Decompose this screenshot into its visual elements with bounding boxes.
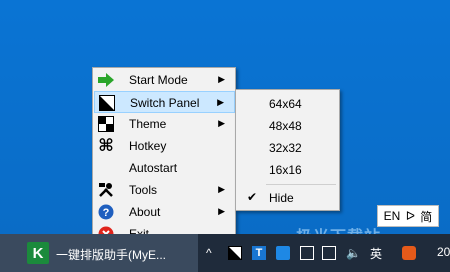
- svg-text:?: ?: [103, 207, 110, 219]
- t-app-tray-icon[interactable]: T: [252, 246, 266, 260]
- app-logo-icon: K: [27, 242, 49, 264]
- submenu-item-hide[interactable]: ✔ Hide: [237, 187, 338, 209]
- ime-char-label: 简: [420, 209, 433, 224]
- menu-item-label: Tools: [129, 183, 158, 197]
- taskbar-app-button[interactable]: K 一键排版助手(MyE...: [0, 234, 198, 272]
- submenu-separator: [266, 184, 336, 185]
- ime-mode-icon: ᐅ: [405, 209, 415, 223]
- submenu-item-label: Hide: [269, 191, 294, 205]
- switch-panel-submenu: 64x64 48x48 32x32 16x16 ✔ Hide: [235, 89, 340, 211]
- menu-item-label: Theme: [129, 117, 167, 131]
- submenu-item-label: 48x48: [269, 119, 302, 133]
- menu-item-theme[interactable]: Theme ▶: [94, 113, 235, 135]
- switch-panel-icon: [98, 94, 116, 112]
- help-icon: ?: [97, 203, 115, 221]
- submenu-item-16x16[interactable]: 16x16: [237, 159, 338, 181]
- taskbar-app-label: 一键排版助手(MyE...: [56, 248, 166, 262]
- menu-item-label: Start Mode: [129, 73, 188, 87]
- taskbar: K 一键排版助手(MyE... ^ T 🔈 英 20: [0, 234, 450, 272]
- volume-icon[interactable]: 🔈: [346, 234, 361, 272]
- switch-panel-tray-icon[interactable]: [228, 246, 242, 260]
- menu-item-switch-panel[interactable]: Switch Panel ▶: [94, 91, 235, 113]
- submenu-arrow-icon: ▶: [218, 118, 225, 128]
- menu-item-hotkey[interactable]: ⌘ Hotkey: [94, 135, 235, 157]
- submenu-arrow-icon: ▶: [217, 97, 224, 107]
- tools-icon: [97, 181, 115, 199]
- clock[interactable]: 20: [437, 245, 450, 259]
- tray-overflow-chevron[interactable]: ^: [206, 234, 212, 272]
- menu-item-about[interactable]: ? About ▶: [94, 201, 235, 223]
- network-tray-icon[interactable]: [322, 246, 336, 260]
- menu-item-autostart[interactable]: Autostart: [94, 157, 235, 179]
- menu-item-label: Switch Panel: [130, 96, 200, 110]
- menu-item-label: Hotkey: [129, 139, 167, 153]
- display-tray-icon[interactable]: [300, 246, 314, 260]
- ime-language-bar[interactable]: EN ᐅ 简: [377, 205, 439, 227]
- menu-item-start-mode[interactable]: Start Mode ▶: [94, 69, 235, 91]
- check-icon: ✔: [247, 190, 258, 204]
- bluetooth-like-tray-icon[interactable]: [276, 246, 290, 260]
- command-key-icon: ⌘: [98, 136, 114, 155]
- submenu-item-label: 64x64: [269, 97, 302, 111]
- submenu-item-64x64[interactable]: 64x64: [237, 93, 338, 115]
- submenu-item-label: 32x32: [269, 141, 302, 155]
- submenu-arrow-icon: ▶: [218, 74, 225, 84]
- ime-indicator[interactable]: 英: [370, 234, 382, 272]
- ime-lang-label: EN: [383, 209, 401, 223]
- submenu-arrow-icon: ▶: [218, 184, 225, 194]
- green-arrow-icon: [97, 71, 115, 89]
- submenu-arrow-icon: ▶: [218, 206, 225, 216]
- submenu-item-32x32[interactable]: 32x32: [237, 137, 338, 159]
- menu-item-label: Autostart: [129, 161, 178, 175]
- submenu-item-label: 16x16: [269, 163, 302, 177]
- menu-item-tools[interactable]: Tools ▶: [94, 179, 235, 201]
- submenu-item-48x48[interactable]: 48x48: [237, 115, 338, 137]
- menu-item-label: About: [129, 205, 161, 219]
- tray-context-menu: Start Mode ▶ Switch Panel ▶ Theme ▶ ⌘ Ho…: [92, 67, 236, 245]
- checkerboard-icon: [97, 115, 115, 133]
- sogou-tray-icon[interactable]: [402, 246, 416, 260]
